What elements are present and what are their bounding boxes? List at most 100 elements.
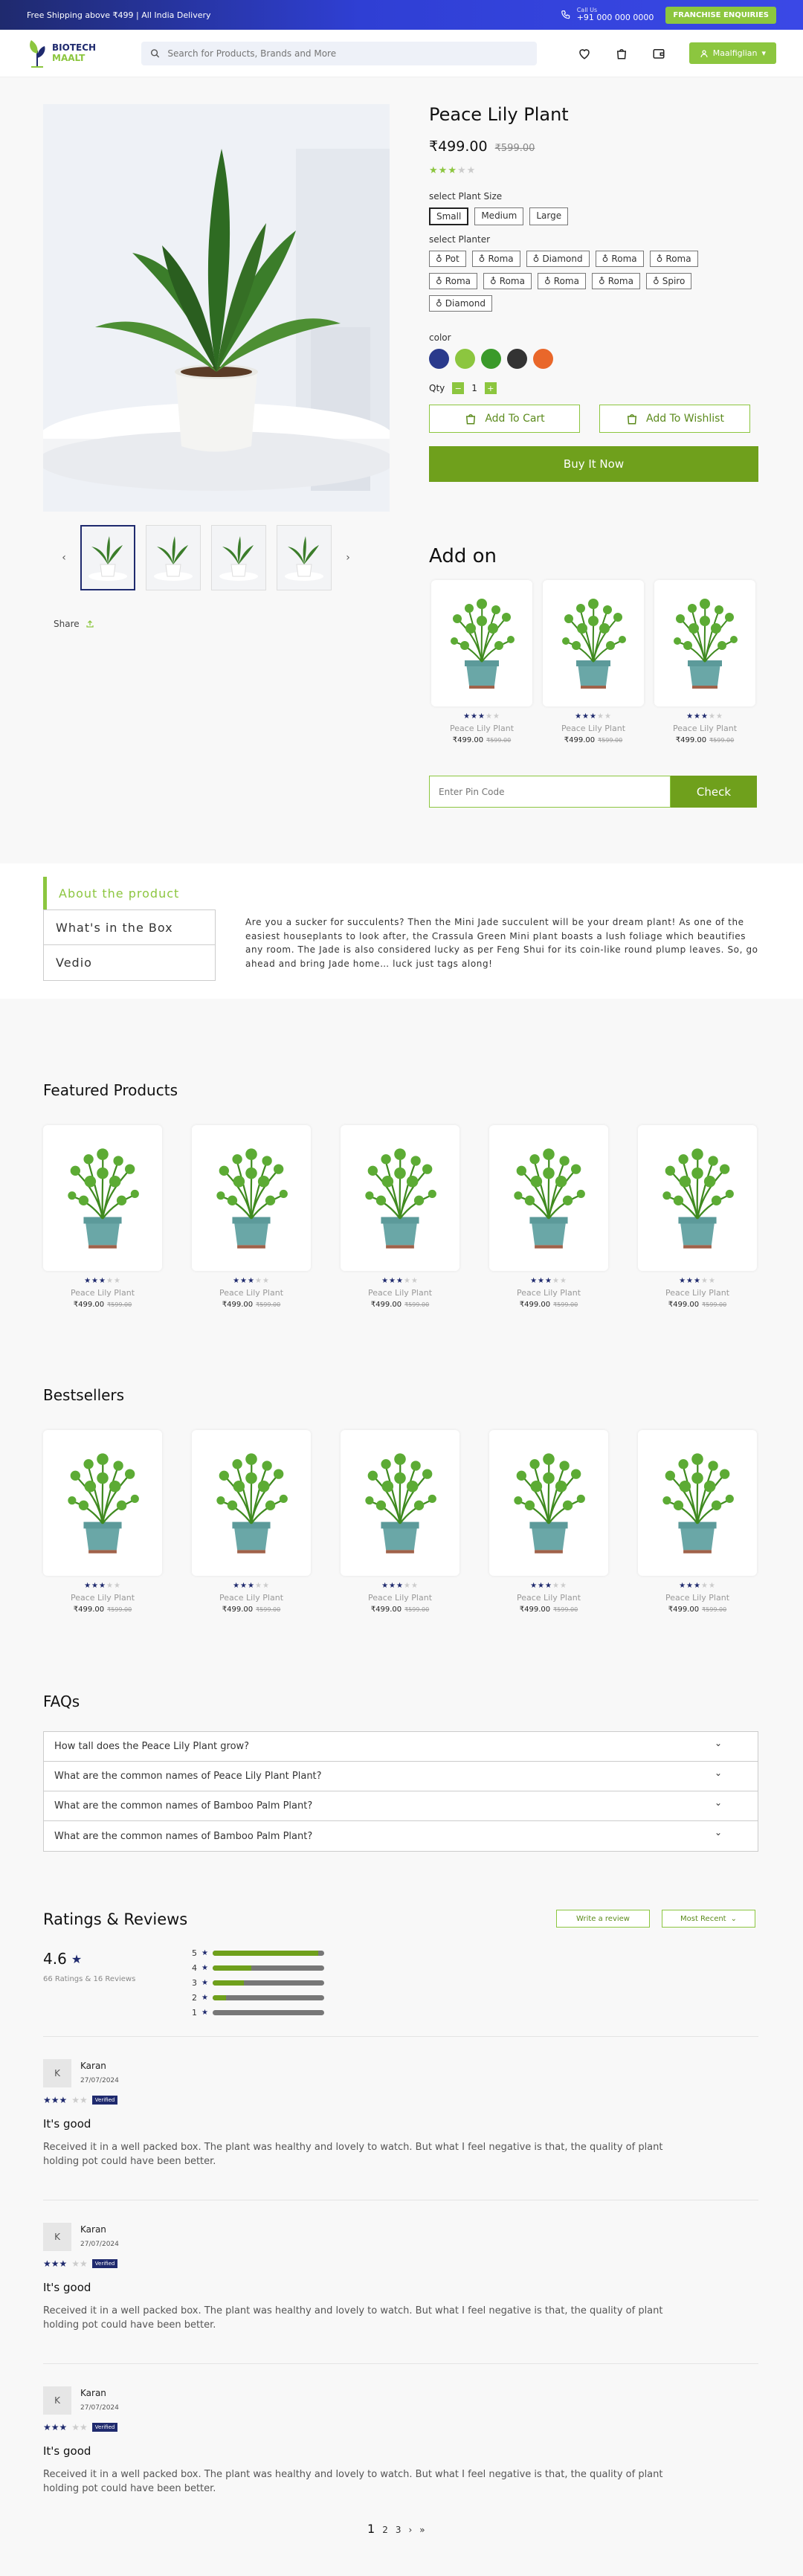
review-header: K Karan 27/07/2024 — [43, 2223, 758, 2251]
wallet-icon[interactable] — [652, 47, 665, 60]
faq-item[interactable]: What are the common names of Bamboo Palm… — [44, 1791, 758, 1821]
product-card[interactable]: ★★★★★ Peace Lily Plant ₹499.00 ₹599.00 — [341, 1125, 459, 1309]
page-link[interactable]: 2 — [382, 2525, 388, 2535]
sort-dropdown[interactable]: Most Recent ⌄ — [662, 1910, 755, 1928]
tab-about-product[interactable]: About the product — [43, 877, 216, 909]
page-link[interactable]: 1 — [367, 2522, 375, 2536]
size-option-small[interactable]: Small — [429, 207, 469, 225]
faq-item[interactable]: What are the common names of Peace Lily … — [44, 1762, 758, 1791]
color-swatch[interactable] — [533, 349, 553, 369]
product-card[interactable]: ★★★★★ Peace Lily Plant ₹499.00 ₹599.00 — [192, 1430, 311, 1614]
search-input[interactable] — [167, 48, 528, 59]
faq-question: How tall does the Peace Lily Plant grow? — [54, 1741, 250, 1752]
qty-minus-button[interactable]: − — [452, 382, 465, 394]
size-option-medium[interactable]: Medium — [474, 207, 524, 225]
product-card[interactable]: ★★★★★ Peace Lily Plant ₹499.00 ₹599.00 — [192, 1125, 311, 1309]
planter-option-label: Diamond — [542, 254, 583, 264]
planter-option[interactable]: ♁ Roma — [649, 251, 698, 267]
planter-option[interactable]: ♁ Roma — [483, 273, 532, 289]
rating-bar — [212, 2009, 324, 2015]
phone-contact[interactable]: Call Us +91 000 000 0000 — [561, 7, 654, 23]
price-row: ₹499.00 ₹599.00 — [341, 1301, 459, 1309]
product-image — [489, 1125, 608, 1271]
franchise-button[interactable]: FRANCHISE ENQUIRIES — [665, 6, 776, 24]
thumb-prev-arrow[interactable]: ‹ — [58, 552, 70, 564]
next-page-icon[interactable]: › — [408, 2525, 412, 2535]
logo-line-1: BIOTECH — [52, 42, 97, 54]
star-icon: ★ — [91, 1582, 100, 1590]
thumbnail-2[interactable] — [146, 525, 201, 590]
color-swatch[interactable] — [481, 349, 501, 369]
addon-card[interactable]: ★★★★★ Peace Lily Plant ₹499.00 ₹599.00 — [543, 580, 644, 744]
planter-option[interactable]: ♁ Roma — [591, 273, 640, 289]
planter-option[interactable]: ♁ Roma — [537, 273, 586, 289]
product-card[interactable]: ★★★★★ Peace Lily Plant ₹499.00 ₹599.00 — [341, 1430, 459, 1614]
page-link[interactable]: 3 — [396, 2525, 402, 2535]
planter-option[interactable]: ♁ Roma — [471, 251, 520, 267]
share-button[interactable]: Share — [54, 619, 94, 629]
price-row: ₹499.00 ₹599.00 — [43, 1606, 162, 1614]
product-card[interactable]: ★★★★★ Peace Lily Plant ₹499.00 ₹599.00 — [43, 1125, 162, 1309]
cart-bag-icon[interactable] — [615, 47, 628, 60]
wishlist-heart-icon[interactable] — [578, 47, 591, 60]
qty-plus-button[interactable]: + — [484, 382, 497, 394]
thumbnail-4[interactable] — [277, 525, 332, 590]
logo[interactable]: BIOTECH MAALT — [27, 39, 116, 68]
thumbnail-3[interactable] — [211, 525, 266, 590]
buy-now-button[interactable]: Buy It Now — [429, 446, 758, 482]
planter-option[interactable]: ♁ Roma — [595, 251, 644, 267]
color-swatch[interactable] — [429, 349, 449, 369]
product-name: Peace Lily Plant — [219, 1593, 284, 1603]
user-account-button[interactable]: Maalfiglian ▾ — [688, 42, 776, 64]
planter-option[interactable]: ♁ Diamond — [526, 251, 590, 267]
product-card[interactable]: ★★★★★ Peace Lily Plant ₹499.00 ₹599.00 — [489, 1125, 608, 1309]
rating-stars: ★★★★★ — [638, 1277, 757, 1285]
product-image — [341, 1430, 459, 1576]
star-icon: ★ — [538, 1582, 546, 1590]
review-rating: ★★★ ★★ Verified — [43, 2095, 758, 2105]
rating-summary: 66 Ratings & 16 Reviews — [43, 1975, 136, 1983]
price-row: ₹499.00 ₹599.00 — [431, 736, 532, 744]
add-to-cart-button[interactable]: Add To Cart — [429, 405, 580, 433]
write-review-button[interactable]: Write a review — [556, 1910, 650, 1928]
qty-value[interactable]: 1 — [471, 383, 477, 393]
thumbnail-1[interactable] — [80, 525, 135, 590]
planter-option[interactable]: ♁ Pot — [429, 251, 466, 267]
thumb-next-arrow[interactable]: › — [342, 552, 354, 564]
faq-item[interactable]: How tall does the Peace Lily Plant grow?… — [44, 1732, 758, 1762]
last-page-icon[interactable]: » — [419, 2525, 425, 2535]
star-icon: ★ — [201, 1978, 208, 1987]
star-icon: ★ — [403, 1277, 411, 1285]
qty-label: Qty — [429, 383, 445, 393]
add-to-wishlist-button[interactable]: Add To Wishlist — [599, 405, 750, 433]
color-swatch[interactable] — [507, 349, 527, 369]
pincode-input[interactable] — [429, 776, 671, 808]
product-old-price: ₹599.00 — [709, 737, 735, 744]
product-card[interactable]: ★★★★★ Peace Lily Plant ₹499.00 ₹599.00 — [638, 1125, 757, 1309]
addon-card[interactable]: ★★★★★ Peace Lily Plant ₹499.00 ₹599.00 — [431, 580, 532, 744]
price-block: ₹499.00 ₹599.00 — [429, 138, 758, 155]
faq-item[interactable]: What are the common names of Bamboo Palm… — [44, 1821, 758, 1851]
tab-whats-in-box[interactable]: What's in the Box — [43, 909, 216, 945]
addon-card[interactable]: ★★★★★ Peace Lily Plant ₹499.00 ₹599.00 — [654, 580, 755, 744]
product-price: ₹499.00 — [370, 1301, 402, 1309]
review-title: It's good — [43, 2117, 91, 2131]
product-main-image[interactable] — [43, 104, 390, 512]
size-option-large[interactable]: Large — [529, 207, 569, 225]
star-icon: ★ — [686, 1277, 694, 1285]
planter-option[interactable]: ♁ Roma — [429, 273, 477, 289]
price-row: ₹499.00 ₹599.00 — [543, 736, 644, 744]
planter-option[interactable]: ♁ Diamond — [429, 295, 492, 312]
star-icon: ★ — [478, 712, 486, 721]
product-image — [341, 1125, 459, 1271]
tab-video[interactable]: Vedio — [43, 945, 216, 981]
pincode-check-button[interactable]: Check — [671, 776, 757, 808]
product-card[interactable]: ★★★★★ Peace Lily Plant ₹499.00 ₹599.00 — [489, 1430, 608, 1614]
product-old-price: ₹599.00 — [702, 1301, 727, 1308]
product-card[interactable]: ★★★★★ Peace Lily Plant ₹499.00 ₹599.00 — [43, 1430, 162, 1614]
phone-number: +91 000 000 0000 — [576, 13, 654, 23]
rating-stars: ★★★★★ — [489, 1277, 608, 1285]
color-swatch[interactable] — [455, 349, 475, 369]
planter-option[interactable]: ♁ Spiro — [645, 273, 692, 289]
product-card[interactable]: ★★★★★ Peace Lily Plant ₹499.00 ₹599.00 — [638, 1430, 757, 1614]
